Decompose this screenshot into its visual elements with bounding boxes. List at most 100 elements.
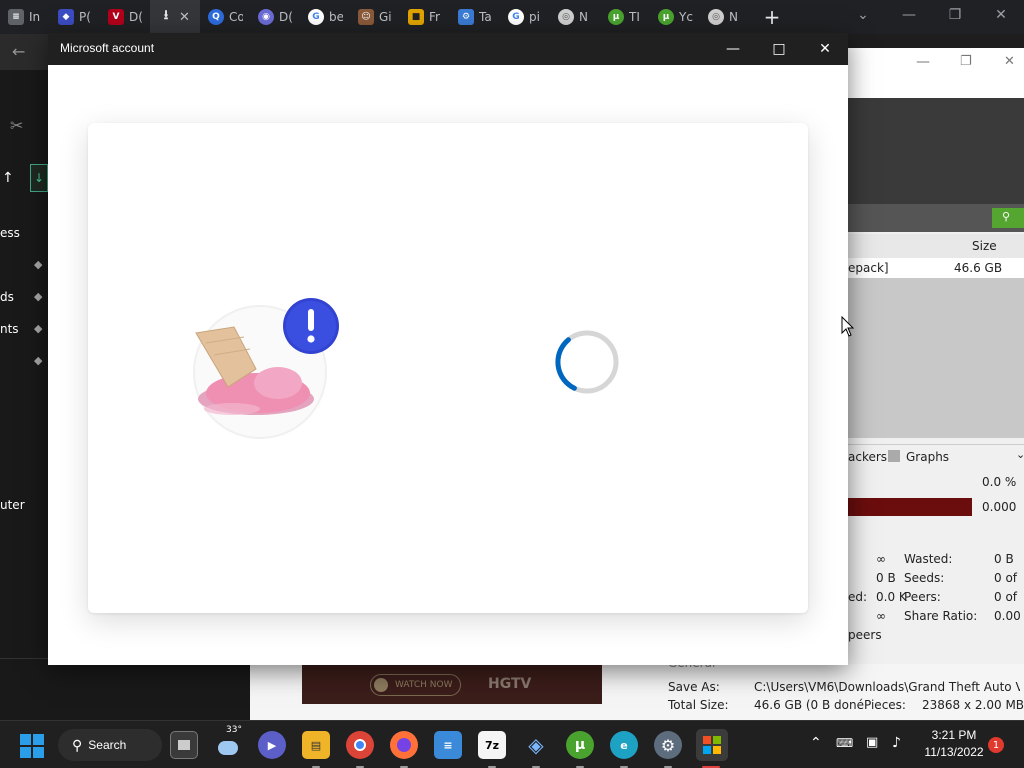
close-tab-icon[interactable]: ✕ (179, 10, 190, 25)
restore-torrent-button[interactable]: ❐ (960, 54, 972, 69)
tab-label: P( (79, 10, 91, 24)
availability-bar (848, 498, 972, 516)
volume-icon[interactable]: ♪ (892, 735, 901, 751)
chrome-icon: ◎ (558, 9, 574, 25)
cloud-shape (218, 741, 238, 755)
task-view-icon[interactable] (170, 731, 198, 759)
tab-label: TI (629, 10, 640, 24)
close-browser-button[interactable]: ✕ (978, 0, 1024, 30)
clock[interactable]: 3:21 PM 11/13/2022 (922, 727, 986, 761)
minimize-browser-button[interactable]: — (886, 0, 932, 30)
taskbar: ⚲ Search 33° ▶ ▤ ≡ 7z ◈ µ e ⚙ ⌃ ⌨ ▣ ♪ 3:… (0, 720, 1024, 768)
new-tab-button[interactable]: + (758, 3, 786, 31)
tab-1[interactable]: ≡ In (0, 0, 50, 34)
microsoft-store-icon[interactable] (696, 729, 728, 761)
stat-c3: ed: (848, 590, 868, 604)
chevron-up-icon[interactable]: ⌃ (810, 735, 822, 751)
play-icon (374, 678, 388, 692)
torrent-row[interactable]: epack] 46.6 GB (848, 258, 1024, 278)
firefox-icon[interactable] (390, 731, 418, 759)
torrent-list-header: Size (848, 234, 1024, 258)
tab-search-chevron-icon[interactable]: ⌄ (840, 0, 886, 30)
minimize-dialog-button[interactable]: — (710, 33, 756, 65)
tab-4-active[interactable]: ⭳ ✕ (150, 0, 200, 34)
tab-label: be (329, 10, 343, 24)
tab-label: In (29, 10, 41, 24)
tab-14[interactable]: µ Yc (650, 0, 700, 34)
tab-trackers[interactable]: ackers (848, 450, 887, 464)
google-icon: G (308, 9, 324, 25)
total-size-value: 46.6 GB (0 B donéPieces: (754, 698, 906, 712)
scissors-icon[interactable]: ✂ (10, 116, 23, 135)
minimize-torrent-button[interactable]: — (916, 54, 930, 70)
windows-logo-pane (33, 734, 44, 745)
dialog-titlebar: Microsoft account — □ ✕ (48, 33, 848, 65)
tab-8[interactable]: ☺ Gi (350, 0, 400, 34)
microsoft-account-dialog: Microsoft account — □ ✕ (48, 33, 848, 665)
tab-label: Gi (379, 10, 392, 24)
tab-11[interactable]: G pi (500, 0, 550, 34)
bank-icon: ≡ (8, 9, 24, 25)
tab-5[interactable]: Q Co (200, 0, 250, 34)
7zip-icon[interactable]: 7z (478, 731, 506, 759)
pieces-value: 23868 x 2.00 MB (922, 698, 1024, 712)
ms-logo-pane (703, 736, 711, 744)
network-icon[interactable]: ▣ (866, 735, 878, 750)
close-dialog-button[interactable]: ✕ (802, 33, 848, 65)
tab-12[interactable]: ◎ N (550, 0, 600, 34)
save-as-value: C:\Users\VM6\Downloads\Grand Theft Auto … (754, 680, 1020, 694)
windows-logo-pane (33, 747, 44, 758)
tab-2[interactable]: ◆ P( (50, 0, 100, 34)
notification-badge[interactable]: 1 (988, 737, 1004, 753)
tab-label: D( (129, 10, 143, 24)
ratio-value: 0.000 (982, 500, 1017, 514)
ms-logo-pane (713, 736, 721, 744)
google-icon: G (508, 9, 524, 25)
tab-10[interactable]: ⚙ Ta (450, 0, 500, 34)
disc-icon: ◉ (258, 9, 274, 25)
size-column-header[interactable]: Size (972, 239, 997, 253)
back-arrow-icon[interactable]: ← (12, 42, 25, 61)
downloads-item[interactable]: ds (0, 290, 14, 304)
tab-15[interactable]: ◎ N (700, 0, 750, 34)
file-explorer-icon[interactable]: ▤ (302, 731, 330, 759)
documents-item[interactable]: nts (0, 322, 19, 336)
dialog-title: Microsoft account (60, 41, 155, 55)
quick-access-item[interactable]: ess (0, 226, 20, 240)
maximize-dialog-button[interactable]: □ (756, 33, 802, 65)
ad-banner[interactable]: WATCH NOW HGTV (302, 664, 602, 704)
keyboard-icon[interactable]: ⌨ (836, 736, 853, 750)
meet-icon[interactable]: ▶ (258, 731, 286, 759)
stat-c1: ∞ (876, 552, 886, 566)
chevron-down-icon[interactable]: ⌄ (1016, 448, 1024, 461)
tab-7[interactable]: G be (300, 0, 350, 34)
settings-icon[interactable]: ⚙ (654, 731, 682, 759)
diamond-app-icon[interactable]: ◈ (522, 731, 550, 759)
this-pc-item[interactable]: uter (0, 498, 25, 512)
torrent-size: 46.6 GB (954, 261, 1003, 275)
torrent-search-button[interactable]: ⚲ (992, 208, 1024, 228)
weather-icon[interactable] (214, 731, 242, 759)
tab-6[interactable]: ◉ D( (250, 0, 300, 34)
utorrent-icon[interactable]: µ (566, 731, 594, 759)
utorrent-icon: µ (608, 9, 624, 25)
tab-graphs[interactable]: Graphs (906, 450, 949, 464)
utorrent-icon: µ (658, 9, 674, 25)
tab-13[interactable]: µ TI (600, 0, 650, 34)
v-logo-icon: V (108, 9, 124, 25)
tab-label: N (729, 10, 738, 24)
restore-browser-button[interactable]: ❐ (932, 0, 978, 30)
chrome-icon[interactable] (346, 731, 374, 759)
up-arrow-icon[interactable]: ↑ (2, 170, 14, 186)
availability-percent: 0.0 % (982, 475, 1017, 489)
notepad-icon[interactable]: ≡ (434, 731, 462, 759)
taskbar-search-button[interactable]: ⚲ Search (58, 729, 162, 761)
download-folder-icon[interactable]: ↓ (30, 164, 48, 192)
share-ratio-value: 0.00 (994, 609, 1021, 623)
tab-9[interactable]: ■ Fr (400, 0, 450, 34)
close-torrent-button[interactable]: ✕ (1004, 54, 1015, 69)
start-button[interactable] (20, 734, 44, 758)
edge-icon[interactable]: e (610, 731, 638, 759)
tab-3[interactable]: V D( (100, 0, 150, 34)
clock-date: 11/13/2022 (924, 745, 984, 759)
